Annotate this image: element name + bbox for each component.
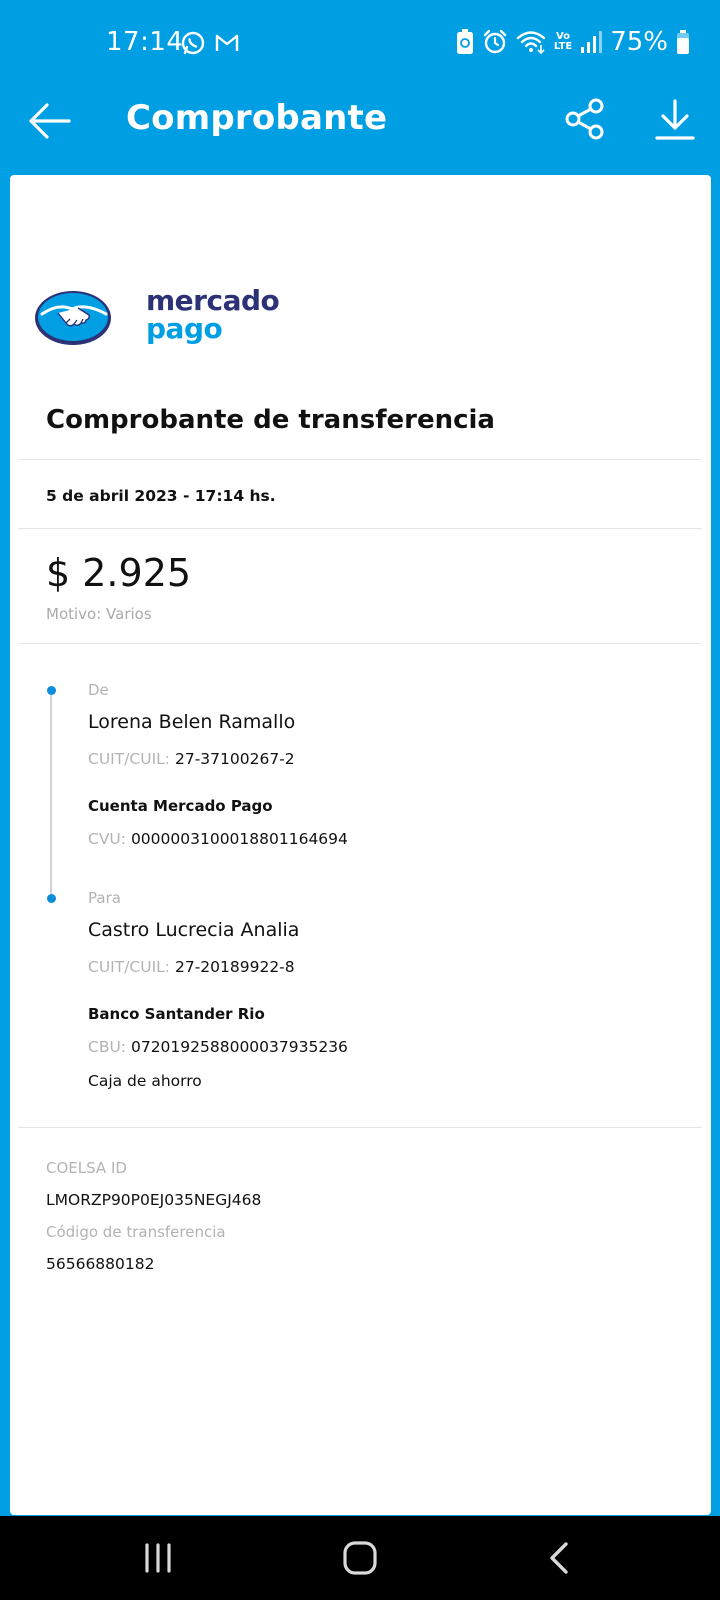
wifi-icon xyxy=(516,29,546,55)
transfer-amount: $ 2.925 xyxy=(46,551,192,595)
receipt-title: Comprobante de transferencia xyxy=(46,405,495,435)
chevron-left-icon xyxy=(550,1542,568,1574)
share-icon xyxy=(565,98,604,140)
download-button[interactable] xyxy=(650,94,700,144)
battery-percent: 75% xyxy=(610,27,668,57)
to-name: Castro Lucrecia Analia xyxy=(88,919,300,941)
battery-icon xyxy=(676,29,690,55)
back-button[interactable] xyxy=(24,96,74,146)
gmail-icon xyxy=(214,30,240,61)
divider xyxy=(18,528,702,529)
logo-wordmark: mercado pago xyxy=(146,284,280,345)
from-bank: Cuenta Mercado Pago xyxy=(88,797,273,815)
home-button[interactable] xyxy=(330,1534,390,1582)
system-nav-bar xyxy=(0,1516,720,1600)
download-icon xyxy=(655,99,695,140)
status-bar: 17:14 Vo LTE 75% xyxy=(0,0,720,88)
arrow-left-icon xyxy=(29,103,71,139)
mercado-pago-logo: mercado pago xyxy=(34,287,280,357)
to-bank: Banco Santander Rio xyxy=(88,1005,265,1023)
home-icon xyxy=(343,1541,377,1575)
recent-apps-icon xyxy=(145,1543,171,1573)
status-time: 17:14 xyxy=(106,27,184,57)
alarm-icon xyxy=(482,29,508,55)
battery-saver-icon xyxy=(456,29,474,55)
to-account-type: Caja de ahorro xyxy=(88,1072,202,1090)
divider xyxy=(18,1127,702,1128)
whatsapp-icon xyxy=(180,30,206,61)
handshake-logo-icon xyxy=(35,291,111,345)
status-icons: Vo LTE 75% xyxy=(456,27,690,57)
timeline-line xyxy=(50,690,52,898)
coelsa-label: COELSA ID xyxy=(46,1159,127,1177)
from-account: CVU: 0000003100018801164694 xyxy=(88,830,348,848)
timeline-dot-to xyxy=(47,894,56,903)
coelsa-value: LMORZP90P0EJ035NEGJ468 xyxy=(46,1191,262,1209)
recent-apps-button[interactable] xyxy=(128,1534,188,1582)
from-label: De xyxy=(88,681,109,699)
nav-back-button[interactable] xyxy=(530,1534,590,1582)
transfer-reason: Motivo: Varios xyxy=(46,605,152,623)
from-cuit: CUIT/CUIL: 27-37100267-2 xyxy=(88,750,295,768)
notification-icons xyxy=(180,30,240,61)
transfer-code-label: Código de transferencia xyxy=(46,1223,226,1241)
share-button[interactable] xyxy=(560,94,610,144)
transfer-date: 5 de abril 2023 - 17:14 hs. xyxy=(46,487,276,505)
divider xyxy=(18,459,702,460)
page-title: Comprobante xyxy=(126,98,388,138)
signal-icon xyxy=(580,29,603,55)
to-label: Para xyxy=(88,889,121,907)
receipt-card: mercado pago Comprobante de transferenci… xyxy=(10,175,711,1515)
from-name: Lorena Belen Ramallo xyxy=(88,711,296,733)
divider xyxy=(18,643,702,644)
app-bar: Comprobante xyxy=(0,88,720,166)
transfer-code-value: 56566880182 xyxy=(46,1255,155,1273)
to-cuit: CUIT/CUIL: 27-20189922-8 xyxy=(88,958,295,976)
volte-icon: Vo LTE xyxy=(553,31,573,52)
timeline-dot-from xyxy=(47,686,56,695)
to-account: CBU: 0720192588000037935236 xyxy=(88,1038,348,1056)
